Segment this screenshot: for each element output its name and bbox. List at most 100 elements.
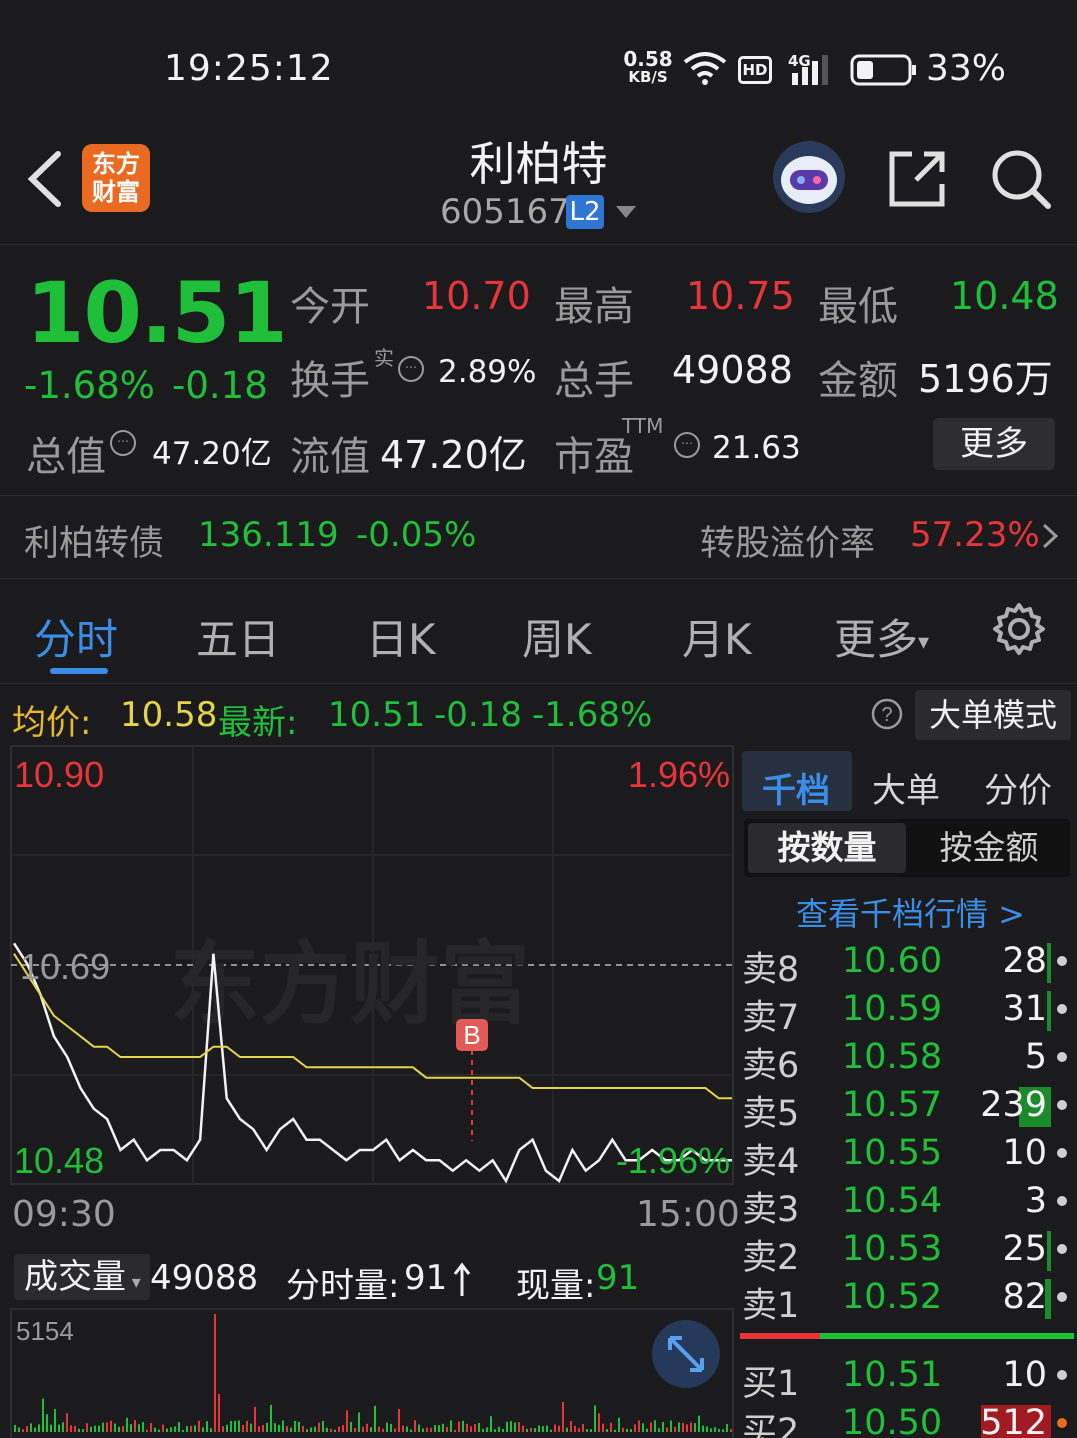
turnover-info-icon[interactable]: ⋯	[398, 356, 424, 382]
volume-bar	[378, 1426, 380, 1432]
volume-bar	[106, 1422, 108, 1432]
volume-bar	[482, 1428, 484, 1432]
market-cap-info-icon[interactable]: ⋯	[110, 430, 136, 456]
tab-weekly-k[interactable]: 周K	[522, 606, 592, 667]
volume-bar	[422, 1428, 424, 1432]
volume-bar	[438, 1425, 440, 1432]
stock-code[interactable]: 605167	[440, 192, 570, 232]
volume-bar	[158, 1429, 160, 1432]
tab-more[interactable]: 更多▾	[834, 606, 929, 667]
volume-bar	[34, 1427, 36, 1432]
volume-bar	[314, 1426, 316, 1432]
volume-bar	[710, 1428, 712, 1432]
volume-bar	[474, 1424, 476, 1432]
volume-bar	[214, 1314, 216, 1432]
last-label: 最新:	[218, 703, 298, 743]
y-bottom-label: 10.48	[14, 1140, 104, 1181]
volume-bar	[346, 1410, 348, 1432]
level2-badge[interactable]: L2	[566, 195, 604, 229]
volume-bar	[458, 1421, 460, 1432]
volume-bar	[550, 1429, 552, 1432]
volume-max-label: 5154	[16, 1316, 74, 1346]
volume-bar	[186, 1425, 188, 1432]
volume-indicator-select[interactable]: 成交量 ▾	[14, 1254, 150, 1300]
dropdown-caret-icon[interactable]	[614, 204, 638, 220]
volume-bar	[38, 1424, 40, 1432]
volume-bar	[606, 1429, 608, 1432]
battery-icon	[850, 54, 916, 86]
volume-bar	[702, 1425, 704, 1432]
share-icon[interactable]	[886, 148, 948, 210]
change-percent: -1.68%	[24, 364, 155, 407]
bid-row-2: 买2 10.50 512	[742, 1403, 1077, 1438]
help-icon[interactable]: ?	[870, 697, 904, 731]
bid-label: 买1	[742, 1364, 800, 1404]
panel-tab-price-dist[interactable]: 分价	[984, 763, 1052, 812]
volume-bar	[426, 1427, 428, 1432]
ask-dot	[1057, 1148, 1067, 1158]
avg-label: 均价:	[12, 703, 92, 743]
caret-down-icon: ▾	[126, 1272, 141, 1293]
volume-bar	[686, 1424, 688, 1432]
volume-bar	[478, 1422, 480, 1432]
premium-label: 转股溢价率	[700, 524, 876, 564]
volume-bar	[362, 1426, 364, 1432]
search-icon[interactable]	[988, 146, 1054, 212]
tab-daily-k[interactable]: 日K	[366, 606, 436, 667]
net-speed-unit: KB/S	[628, 68, 668, 86]
tab-five-day[interactable]: 五日	[196, 606, 280, 667]
volume-bar	[18, 1427, 20, 1432]
bid-volume: 10	[1002, 1355, 1047, 1395]
volume-bar	[622, 1427, 624, 1432]
volume-bar	[526, 1428, 528, 1432]
volume-chart[interactable]: 5154	[10, 1308, 734, 1438]
panel-tab-depth[interactable]: 千档	[762, 763, 830, 812]
by-quantity-toggle[interactable]: 按数量	[748, 823, 906, 873]
ask-label: 卖2	[742, 1238, 800, 1278]
y-top-label: 10.90	[14, 754, 104, 795]
volume-bar	[594, 1405, 596, 1432]
tab-intraday[interactable]: 分时	[34, 606, 118, 667]
volume-bar	[722, 1429, 724, 1432]
big-order-mode-button[interactable]: 大单模式	[915, 690, 1071, 740]
ask-dot	[1057, 1004, 1067, 1014]
turnover-sup: 实	[374, 346, 394, 370]
volume-bar	[246, 1420, 248, 1432]
volume-bar	[114, 1423, 116, 1432]
volume-bar	[678, 1422, 680, 1432]
volume-bar	[90, 1426, 92, 1432]
volume-bar	[522, 1425, 524, 1432]
more-button[interactable]: 更多	[933, 418, 1055, 470]
convertible-bond-row[interactable]: 利柏转债 136.119 -0.05% 转股溢价率 57.23%	[0, 497, 1077, 579]
ask-label: 卖4	[742, 1142, 800, 1182]
volume-bar	[658, 1428, 660, 1432]
volume-bar	[554, 1424, 556, 1432]
ask-price: 10.58	[842, 1037, 943, 1077]
volume-bar	[330, 1428, 332, 1432]
ask-row-6: 卖6 10.58 5	[742, 1037, 1077, 1086]
panel-tab-big-orders[interactable]: 大单	[872, 763, 940, 812]
gear-icon[interactable]	[992, 602, 1046, 656]
intraday-chart[interactable]: 东方财富 10.90 10.69 10.48 1.96% -1.96% B	[10, 745, 734, 1185]
turnover-label: 换手	[290, 358, 370, 404]
robot-assistant-icon[interactable]	[770, 138, 848, 216]
by-amount-toggle[interactable]: 按金额	[910, 823, 1068, 873]
ask-volume: 82	[1002, 1277, 1047, 1317]
y-mid-label: 10.69	[20, 946, 110, 987]
volume-bar	[150, 1423, 152, 1432]
volume-bar	[650, 1422, 652, 1432]
view-depth-link[interactable]: 查看千档行情 >	[796, 889, 1025, 935]
volume-value: 49088	[672, 348, 793, 392]
volume-bar	[230, 1421, 232, 1432]
expand-icon[interactable]	[650, 1318, 722, 1390]
bid-price: 10.51	[842, 1355, 943, 1395]
volume-bar	[366, 1423, 368, 1432]
ask-dot	[1057, 1292, 1067, 1302]
float-cap-label: 流值	[290, 434, 370, 480]
volume-bar	[278, 1424, 280, 1432]
volume-bar	[102, 1422, 104, 1432]
caret-down-icon: ▾	[918, 630, 930, 655]
pe-info-icon[interactable]: ⋯	[674, 432, 700, 458]
tab-monthly-k[interactable]: 月K	[682, 606, 752, 667]
volume-bar	[294, 1420, 296, 1432]
